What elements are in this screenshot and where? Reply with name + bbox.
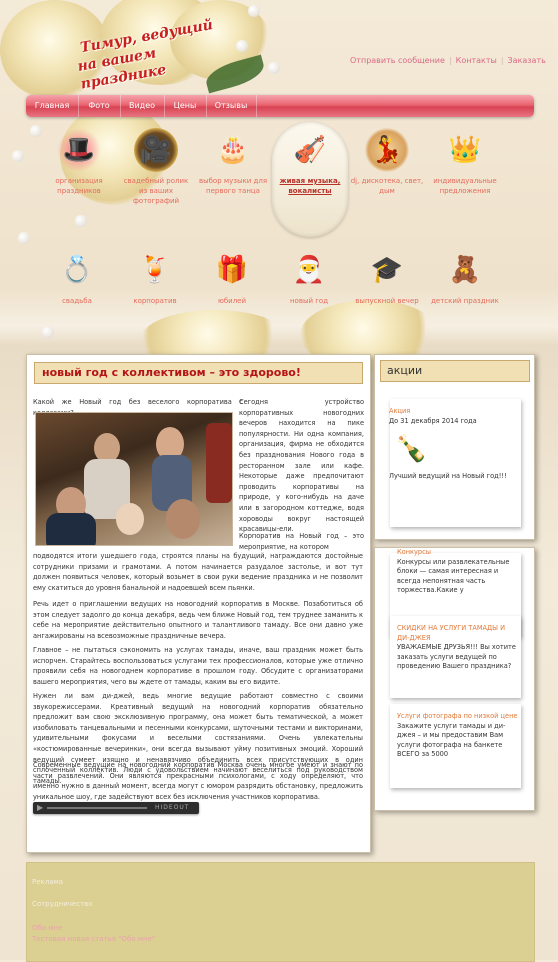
pearl-decoration	[42, 326, 54, 338]
news-panel: Конкурсы Конкурсы или развлекательные бл…	[374, 547, 535, 811]
footer: Реклама Сотрудничество Обо мне Тестовая …	[26, 862, 535, 962]
promo-panel: акции Акция До 31 декабря 2014 года 🍾 Лу…	[374, 354, 535, 540]
article-paragraph-1: подводятся итоги ушедшего года, строятся…	[33, 552, 363, 592]
photo-figure	[46, 513, 96, 545]
service-label: юбилей	[217, 297, 247, 305]
promo-title: акции	[387, 364, 423, 377]
player-progress[interactable]	[47, 807, 147, 809]
promo-content: Акция До 31 декабря 2014 года 🍾 Лучший в…	[389, 407, 519, 482]
promo-label[interactable]: Акция	[389, 407, 519, 417]
santa-icon: 🎅	[292, 255, 326, 285]
news-item-2: СКИДКИ НА УСЛУГИ ТАМАДЫ И ДИ-ДЖЕЯ УВАЖАЕ…	[397, 624, 519, 672]
party-photo	[35, 412, 233, 546]
service-dj[interactable]: 💃 dj, дискотека, свет, дым	[350, 128, 424, 196]
news-title-2[interactable]: СКИДКИ НА УСЛУГИ ТАМАДЫ И ДИ-ДЖЕЯ	[397, 624, 519, 643]
promo-caption: Лучший ведущий на Новый год!!!	[389, 472, 507, 480]
violin-icon: 🎻	[293, 135, 327, 165]
send-message-link[interactable]: Отправить сообщение	[350, 56, 445, 65]
service-label: dj, дискотека, свет, дым	[350, 177, 424, 195]
dj-icon: 💃	[365, 128, 409, 172]
contacts-link[interactable]: Контакты	[456, 56, 497, 65]
nav-prices[interactable]: Цены	[164, 95, 207, 117]
footer-link-about[interactable]: Обо мне	[32, 924, 63, 932]
pearl-decoration	[268, 62, 280, 74]
nav-home[interactable]: Главная	[26, 95, 79, 117]
photo-figure	[166, 499, 200, 539]
article-title-bar: новый год с коллективом – это здорово!	[34, 362, 363, 384]
film-camera-icon: 🎥	[134, 128, 178, 172]
news-body-3: Закажите услуги тамады и ди-джея – и мы …	[397, 721, 506, 759]
pearl-decoration	[248, 5, 260, 17]
article-paragraph-5: Современные ведущие на новогодний корпор…	[33, 761, 363, 801]
service-jubilee[interactable]: 🎁 юбилей	[195, 248, 269, 306]
wedding-rings-icon: 💍	[60, 255, 94, 285]
footer-link-test-article[interactable]: Тестовая новая статья "Обо мне"	[32, 935, 155, 943]
footer-link-cooperation[interactable]: Сотрудничество	[32, 900, 93, 908]
nav-photo[interactable]: Фото	[78, 95, 121, 117]
news-body-2: УВАЖАЕМЫЕ ДРУЗЬЯ!!! Вы хотите заказать у…	[397, 643, 516, 670]
service-label: свадьба	[62, 297, 92, 305]
footer-link-ads[interactable]: Реклама	[32, 878, 63, 886]
champagne-icon: 🍾	[395, 434, 428, 464]
service-graduation[interactable]: 🎓 выпускной вечер	[350, 248, 424, 306]
pearl-decoration	[18, 232, 30, 244]
audio-player[interactable]: ▶ HIDEOUT	[33, 802, 199, 814]
service-first-dance[interactable]: 🎂 выбор музыки для первого танца	[196, 128, 270, 196]
service-label: организация праздников	[55, 177, 103, 195]
cocktail-icon: 🍹	[138, 255, 172, 285]
article-paragraph-2: Речь идет о приглашении ведущих на новог…	[33, 600, 363, 640]
teddy-bear-icon: 🧸	[448, 255, 482, 285]
service-individual[interactable]: 👑 индивидуальные предложения	[428, 128, 502, 196]
magic-hat-icon: 🎩	[57, 128, 101, 172]
gift-basket-icon: 🎁	[215, 255, 249, 285]
play-icon[interactable]: ▶	[37, 803, 43, 812]
article-title: новый год с коллективом – это здорово!	[42, 366, 301, 379]
article-side-text: Сегодня устройство корпоративных новогод…	[239, 398, 364, 534]
main-nav: Главная Фото Видео Цены Отзывы	[26, 95, 534, 117]
news-title-1[interactable]: Конкурсы	[397, 548, 519, 558]
photo-figure	[206, 423, 232, 503]
pearl-decoration	[12, 150, 24, 162]
service-label: индивидуальные предложения	[433, 177, 497, 195]
player-label: HIDEOUT	[155, 804, 190, 811]
service-label: новый год	[289, 297, 329, 305]
top-links: Отправить сообщение | Контакты | Заказать	[350, 56, 546, 65]
service-wedding[interactable]: 💍 свадьба	[40, 248, 114, 306]
news-item-3: Услуги фотографа по низкой цене Закажите…	[397, 712, 519, 760]
promo-title-bar: акции	[380, 360, 530, 382]
article-panel: новый год с коллективом – это здорово! К…	[26, 354, 371, 853]
service-label: корпоратив	[133, 297, 177, 305]
crown-icon: 👑	[448, 135, 482, 165]
graduation-cap-icon: 🎓	[370, 255, 404, 285]
service-live-music[interactable]: 🎻 живая музыка, вокалисты	[273, 128, 347, 196]
news-item-1: Конкурсы Конкурсы или развлекательные бл…	[397, 548, 519, 596]
service-label: выпускной вечер	[355, 297, 419, 305]
service-label: свадебный ролик из ваших фотографий	[123, 177, 189, 205]
service-slideshow[interactable]: 🎥 свадебный ролик из ваших фотографий	[119, 128, 193, 206]
article-side-text-2: Корпоратив на Новый год – это мероприяти…	[239, 532, 364, 551]
pearl-decoration	[75, 215, 87, 227]
service-label: выбор музыки для первого танца	[198, 177, 268, 195]
link-separator: |	[500, 56, 504, 65]
service-label: живая музыка, вокалисты	[279, 177, 341, 195]
service-corporate[interactable]: 🍹 корпоратив	[118, 248, 192, 306]
news-body-1: Конкурсы или развлекательные блоки — сам…	[397, 557, 510, 595]
link-separator: |	[448, 56, 452, 65]
service-organization[interactable]: 🎩 организация праздников	[42, 128, 116, 196]
service-label: детский праздник	[431, 297, 499, 305]
news-title-3[interactable]: Услуги фотографа по низкой цене	[397, 712, 519, 722]
article-paragraph-3: Главное – не пытаться сэкономить на услу…	[33, 646, 363, 686]
nav-video[interactable]: Видео	[120, 95, 165, 117]
nav-reviews[interactable]: Отзывы	[206, 95, 257, 117]
service-new-year[interactable]: 🎅 новый год	[272, 248, 346, 306]
promo-date: До 31 декабря 2014 года	[389, 416, 477, 425]
pearl-decoration	[236, 40, 248, 52]
order-link[interactable]: Заказать	[508, 56, 546, 65]
pearl-decoration	[30, 125, 42, 137]
wedding-cake-icon: 🎂	[216, 135, 250, 165]
photo-figure	[116, 503, 144, 535]
service-kids-party[interactable]: 🧸 детский праздник	[428, 248, 502, 306]
